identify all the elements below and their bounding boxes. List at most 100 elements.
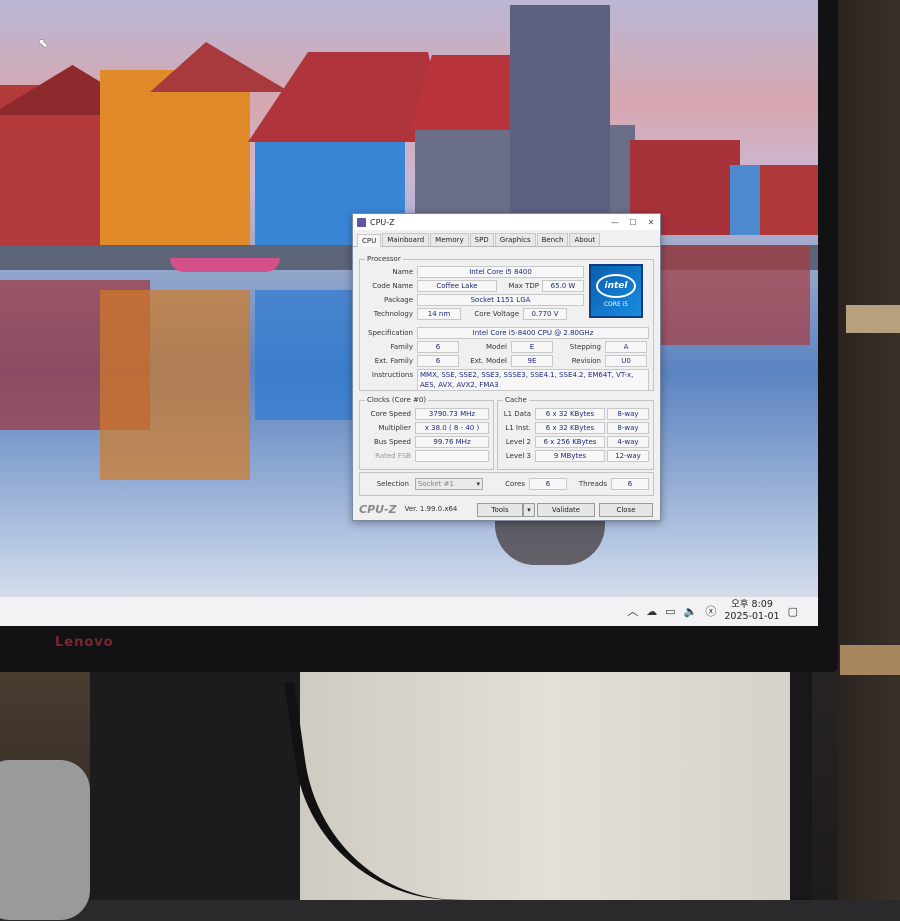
extfamily-label: Ext. Family [374, 357, 413, 365]
notification-icon[interactable]: ▢ [788, 605, 798, 618]
ratedfsb-value [415, 450, 489, 462]
taskbar: ︿ ☁ ▭ 🔈 ⓧ 오후 8:09 2025-01-01 ▢ [0, 596, 818, 626]
wallpaper-house-orange [100, 70, 250, 245]
codename-label: Code Name [372, 282, 413, 290]
busspeed-label: Bus Speed [373, 438, 411, 446]
wallpaper-reflection-tower [495, 520, 605, 565]
corevoltage-value: 0.770 V [523, 308, 567, 320]
level3-label: Level 3 [505, 452, 531, 460]
chevron-down-icon: ▾ [527, 506, 531, 514]
close-icon[interactable]: ✕ [642, 218, 660, 227]
extmodel-value: 9E [511, 355, 553, 367]
tab-spd[interactable]: SPD [469, 233, 494, 246]
cpuz-titlebar[interactable]: CPU-Z — ☐ ✕ [353, 214, 660, 230]
threads-label: Threads [578, 480, 607, 488]
model-value: E [511, 341, 553, 353]
wallpaper-reflection-far [660, 245, 810, 345]
stepping-label: Stepping [569, 343, 601, 351]
version-label: Ver. 1.99.0.x64 [404, 505, 458, 513]
cores-label: Cores [505, 480, 525, 488]
l1data-way: 8-way [607, 408, 649, 420]
maximize-icon[interactable]: ☐ [624, 218, 642, 227]
intel-core-i5-logo: intel CORE i5 [589, 264, 643, 318]
threads-value: 6 [611, 478, 649, 490]
tab-memory[interactable]: Memory [430, 233, 469, 246]
l1inst-label: L1 Inst. [505, 424, 531, 432]
model-label: Model [485, 343, 507, 351]
validate-button[interactable]: Validate [537, 503, 595, 517]
monitor-stand [90, 660, 300, 900]
l1data-value: 6 x 32 KBytes [535, 408, 605, 420]
maxtdp-label: Max TDP [508, 282, 539, 290]
wallpaper-reflection-blue [255, 290, 355, 420]
level2-label: Level 2 [505, 438, 531, 446]
tools-dropdown-button[interactable]: ▾ [523, 503, 535, 517]
intel-logo-text: intel [596, 274, 636, 298]
tab-bench[interactable]: Bench [536, 233, 569, 246]
processor-group-label: Processor [365, 255, 403, 263]
corevoltage-label: Core Voltage [474, 310, 519, 318]
cpuz-logo: CPU-Z [359, 502, 397, 516]
name-label: Name [392, 268, 413, 276]
socket-select[interactable]: Socket #1 ▾ [415, 478, 483, 490]
taskbar-clock[interactable]: 오후 8:09 2025-01-01 [724, 599, 779, 623]
tab-cpu[interactable]: CPU [357, 234, 382, 247]
instructions-label: Instructions [371, 371, 413, 379]
ratedfsb-label: Rated FSB [375, 452, 411, 460]
revision-label: Revision [571, 357, 601, 365]
clock-date: 2025-01-01 [724, 611, 780, 622]
level3-value: 9 MBytes [535, 450, 605, 462]
wallpaper-house-far-red2 [760, 165, 818, 235]
system-tray: ︿ ☁ ▭ 🔈 ⓧ 오후 8:09 2025-01-01 ▢ [627, 599, 798, 623]
chevron-up-icon[interactable]: ︿ [627, 603, 638, 619]
revision-value: U0 [605, 355, 647, 367]
extfamily-value: 6 [417, 355, 459, 367]
shelf-board-lower [840, 645, 900, 675]
window-title: CPU-Z [370, 217, 395, 227]
level2-value: 6 x 256 KBytes [535, 436, 605, 448]
tools-button-label: Tools [491, 506, 509, 514]
speaker-icon[interactable]: 🔈 [684, 605, 698, 618]
cpuz-app-icon [357, 217, 366, 227]
intel-logo-badge: CORE i5 [603, 301, 629, 308]
monitor-brand-logo: Lenovo [55, 635, 114, 650]
codename-value: Coffee Lake [417, 280, 497, 292]
family-label: Family [390, 343, 413, 351]
tab-bar: CPU Mainboard Memory SPD Graphics Bench … [353, 230, 660, 247]
tab-mainboard[interactable]: Mainboard [382, 233, 430, 246]
monitor-stand-pole [790, 660, 812, 900]
cores-value: 6 [529, 478, 567, 490]
wallpaper-reflection-orange [100, 290, 250, 480]
corespeed-value: 3790.73 MHz [415, 408, 489, 420]
family-value: 6 [417, 341, 459, 353]
tab-about[interactable]: About [569, 233, 601, 246]
cpuz-window: CPU-Z — ☐ ✕ CPU Mainboard Memory SPD Gra… [352, 213, 661, 521]
multiplier-label: Multiplier [378, 424, 411, 432]
close-circle-icon[interactable]: ⓧ [705, 603, 716, 619]
maxtdp-value: 65.0 W [542, 280, 584, 292]
shelf-board [846, 305, 900, 333]
tools-button[interactable]: Tools [477, 503, 523, 517]
l1inst-way: 8-way [607, 422, 649, 434]
stepping-value: A [605, 341, 647, 353]
l1data-label: L1 Data [503, 410, 531, 418]
instructions-value: MMX, SSE, SSE2, SSE3, SSSE3, SSE4.1, SSE… [417, 369, 649, 391]
selection-label: Selection [376, 480, 409, 488]
mouse-cursor-icon: ⬉ [38, 36, 49, 50]
tab-graphics[interactable]: Graphics [494, 233, 536, 246]
wallpaper-roof [150, 42, 290, 92]
clocks-group-label: Clocks (Core #0) [365, 396, 429, 404]
monitor: ⬉ ︿ ☁ ▭ 🔈 ⓧ 오후 8:09 2025-01-01 ▢ CPU-Z —… [0, 0, 838, 672]
level2-way: 4-way [607, 436, 649, 448]
l1inst-value: 6 x 32 KBytes [535, 422, 605, 434]
network-icon[interactable]: ▭ [665, 605, 675, 618]
package-label: Package [383, 296, 413, 304]
close-button[interactable]: Close [599, 503, 653, 517]
onedrive-icon[interactable]: ☁ [646, 605, 657, 618]
multiplier-value: x 38.0 ( 8 - 40 ) [415, 422, 489, 434]
corespeed-label: Core Speed [370, 410, 411, 418]
minimize-icon[interactable]: — [606, 218, 624, 227]
technology-label: Technology [373, 310, 413, 318]
extmodel-label: Ext. Model [470, 357, 507, 365]
spec-label: Specification [368, 329, 413, 337]
